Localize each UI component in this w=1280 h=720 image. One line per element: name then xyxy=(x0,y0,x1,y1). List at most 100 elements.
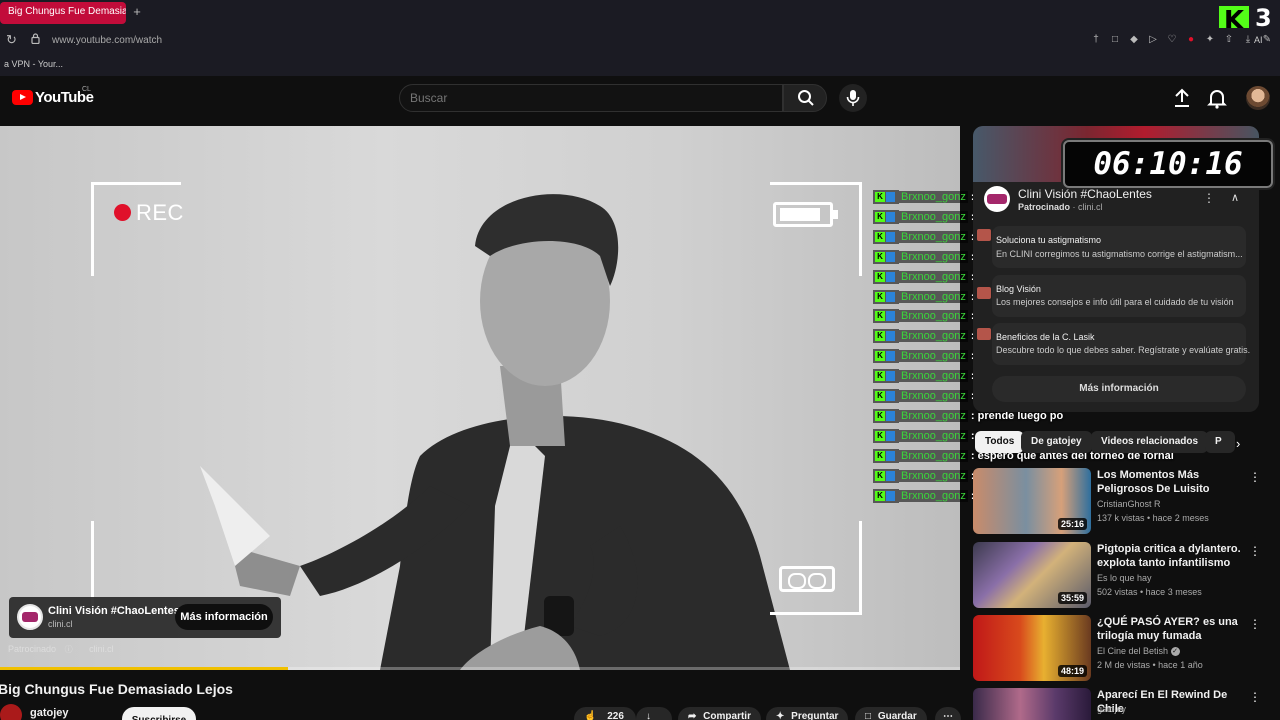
video-title[interactable]: Los Momentos Más Peligrosos De Luisito C… xyxy=(1097,468,1255,496)
sidebar-ad-more-info-button[interactable]: Más información xyxy=(992,376,1246,402)
ad-menu-icon[interactable]: ⋮ xyxy=(1203,191,1215,205)
video-menu-icon[interactable]: ⋮ xyxy=(1249,470,1261,484)
chat-username[interactable]: Brxnoo_gonz xyxy=(899,350,968,363)
video-thumbnail[interactable] xyxy=(973,688,1091,720)
ask-button[interactable]: ✦ Preguntar xyxy=(766,707,849,720)
extensions-icon[interactable]: ✦ xyxy=(1204,34,1216,46)
chat-username[interactable]: Brxnoo_gonz xyxy=(899,489,968,502)
chat-badges: K xyxy=(873,289,899,304)
recommended-video[interactable]: 25:16 Los Momentos Más Peligrosos De Lui… xyxy=(973,468,1273,536)
ad-more-info-button[interactable]: Más información xyxy=(175,604,273,630)
shield-icon[interactable]: ◆ xyxy=(1128,34,1140,46)
url-field[interactable]: www.youtube.com/watch xyxy=(52,35,162,46)
video-title[interactable]: ¿QUÉ PASÓ AYER? es una trilogía muy fuma… xyxy=(1097,615,1255,643)
advertiser-logo xyxy=(17,604,43,630)
new-tab-button[interactable]: + xyxy=(130,4,144,20)
chat-username[interactable]: Brxnoo_gonz xyxy=(899,429,968,442)
chat-username[interactable]: Brxnoo_gonz xyxy=(899,449,968,462)
video-thumbnail[interactable]: 35:59 xyxy=(973,542,1091,608)
video-channel[interactable]: Es lo que hay xyxy=(1097,573,1152,583)
download-icon[interactable]: ⤓ xyxy=(1242,34,1254,46)
chat-username[interactable]: Brxnoo_gonz xyxy=(899,290,968,303)
video-channel-name[interactable]: El Cine del Betish xyxy=(1097,646,1168,656)
chat-username[interactable]: Brxnoo_gonz xyxy=(899,310,968,323)
search-input[interactable] xyxy=(399,84,783,112)
subscribe-button[interactable]: Suscribirse xyxy=(122,707,196,720)
chat-username[interactable]: Brxnoo_gonz xyxy=(899,409,968,422)
video-channel[interactable]: CristianGhost R xyxy=(1097,499,1161,509)
user-avatar[interactable] xyxy=(1246,86,1270,110)
notifications-bell-icon[interactable] xyxy=(1205,86,1229,110)
chat-username[interactable]: Brxnoo_gonz xyxy=(899,270,968,283)
pen-icon[interactable]: ✎ xyxy=(1261,34,1273,46)
ad-card-title[interactable]: Clini Visión #ChaoLentes xyxy=(48,605,180,617)
youtube-logo-icon[interactable] xyxy=(12,90,33,105)
ad-sitelink[interactable] xyxy=(992,275,1246,317)
share-button[interactable]: ➦ Compartir xyxy=(678,707,761,720)
ad-sitelink[interactable] xyxy=(992,226,1246,268)
info-icon[interactable]: ⓘ xyxy=(65,644,73,655)
chevron-right-icon[interactable]: › xyxy=(1236,436,1240,451)
save-icon: □ xyxy=(865,711,872,720)
chat-message: K Brxnoo_gonz : xyxy=(873,289,975,307)
search-icon xyxy=(798,90,814,106)
dislike-button[interactable]: ↓ xyxy=(636,707,672,720)
kick-badge-icon: K xyxy=(875,231,885,242)
ai-button[interactable]: AI xyxy=(1254,35,1263,45)
bookmark-pin-icon[interactable]: † xyxy=(1090,34,1102,46)
video-menu-icon[interactable]: ⋮ xyxy=(1249,690,1261,704)
video-menu-icon[interactable]: ⋮ xyxy=(1249,544,1261,558)
channel-avatar[interactable] xyxy=(0,704,22,720)
recommended-video[interactable]: 35:59 Pigtopia critica a dylantero. expl… xyxy=(973,542,1273,610)
chat-username[interactable]: Brxnoo_gonz xyxy=(899,230,968,243)
ad-sponsored-label: Patrocinado xyxy=(1018,202,1071,212)
chat-username[interactable]: Brxnoo_gonz xyxy=(899,370,968,383)
chip-more[interactable]: P xyxy=(1205,431,1235,453)
channel-name[interactable]: gatojey xyxy=(30,707,69,719)
subscriber-badge-icon xyxy=(886,371,895,382)
video-thumbnail[interactable]: 25:16 xyxy=(973,468,1091,534)
bookmark-item[interactable]: a VPN - Your... xyxy=(4,59,63,69)
video-thumbnail[interactable]: 48:19 xyxy=(973,615,1091,681)
recommended-video[interactable]: Aparecí En El Rewind De Chile gatojey ⋮ xyxy=(973,688,1273,720)
chat-username[interactable]: Brxnoo_gonz xyxy=(899,469,968,482)
sponsored-domain[interactable]: clini.cl xyxy=(89,644,114,654)
recommended-video[interactable]: 48:19 ¿QUÉ PASÓ AYER? es una trilogía mu… xyxy=(973,615,1273,683)
video-channel[interactable]: El Cine del Betish ✓ xyxy=(1097,646,1180,657)
chat-username[interactable]: Brxnoo_gonz xyxy=(899,250,968,263)
video-title[interactable]: Pigtopia critica a dylantero. explota ta… xyxy=(1097,542,1255,570)
subscriber-badge-icon xyxy=(886,410,895,421)
save-button[interactable]: □ Guardar xyxy=(855,707,927,720)
chat-username[interactable]: Brxnoo_gonz xyxy=(899,210,968,223)
chat-username[interactable]: Brxnoo_gonz xyxy=(899,191,968,203)
chevron-up-icon[interactable]: ∧ xyxy=(1231,191,1239,204)
like-button[interactable]: ☝ 226 xyxy=(574,707,636,720)
chat-username[interactable]: Brxnoo_gonz xyxy=(899,330,968,343)
more-actions-button[interactable]: ⋯ xyxy=(935,707,961,720)
browser-tab[interactable]: Big Chungus Fue Demasiado Lejos xyxy=(0,2,126,24)
ad-sitelink[interactable] xyxy=(992,323,1246,365)
search-button[interactable] xyxy=(783,84,827,112)
chip-all[interactable]: Todos xyxy=(975,431,1025,453)
chip-related[interactable]: Videos relacionados xyxy=(1091,431,1209,453)
video-menu-icon[interactable]: ⋮ xyxy=(1249,617,1261,631)
kick-badge-icon: K xyxy=(875,371,885,382)
screenshot-icon[interactable]: □ xyxy=(1109,34,1121,46)
cassette-icon xyxy=(779,566,835,592)
subscriber-badge-icon xyxy=(886,430,895,441)
voice-search-button[interactable] xyxy=(839,84,867,112)
upload-icon[interactable] xyxy=(1170,86,1194,110)
chat-message: K Brxnoo_gonz : xyxy=(873,349,975,366)
video-channel[interactable]: gatojey xyxy=(1097,704,1126,714)
lock-icon[interactable] xyxy=(31,33,40,44)
chip-from-channel[interactable]: De gatojey xyxy=(1021,431,1092,453)
ad-title[interactable]: Clini Visión #ChaoLentes xyxy=(1018,187,1152,201)
play-icon[interactable]: ▷ xyxy=(1147,34,1159,46)
kick-badge-icon: K xyxy=(875,311,885,322)
reload-icon[interactable]: ↻ xyxy=(6,32,17,48)
chat-username[interactable]: Brxnoo_gonz xyxy=(899,390,968,402)
share-icon[interactable]: ⇧ xyxy=(1223,34,1235,46)
record-icon[interactable]: ● xyxy=(1185,34,1197,46)
chat-message: K Brxnoo_gonz : xyxy=(873,329,975,346)
heart-icon[interactable]: ♡ xyxy=(1166,34,1178,46)
